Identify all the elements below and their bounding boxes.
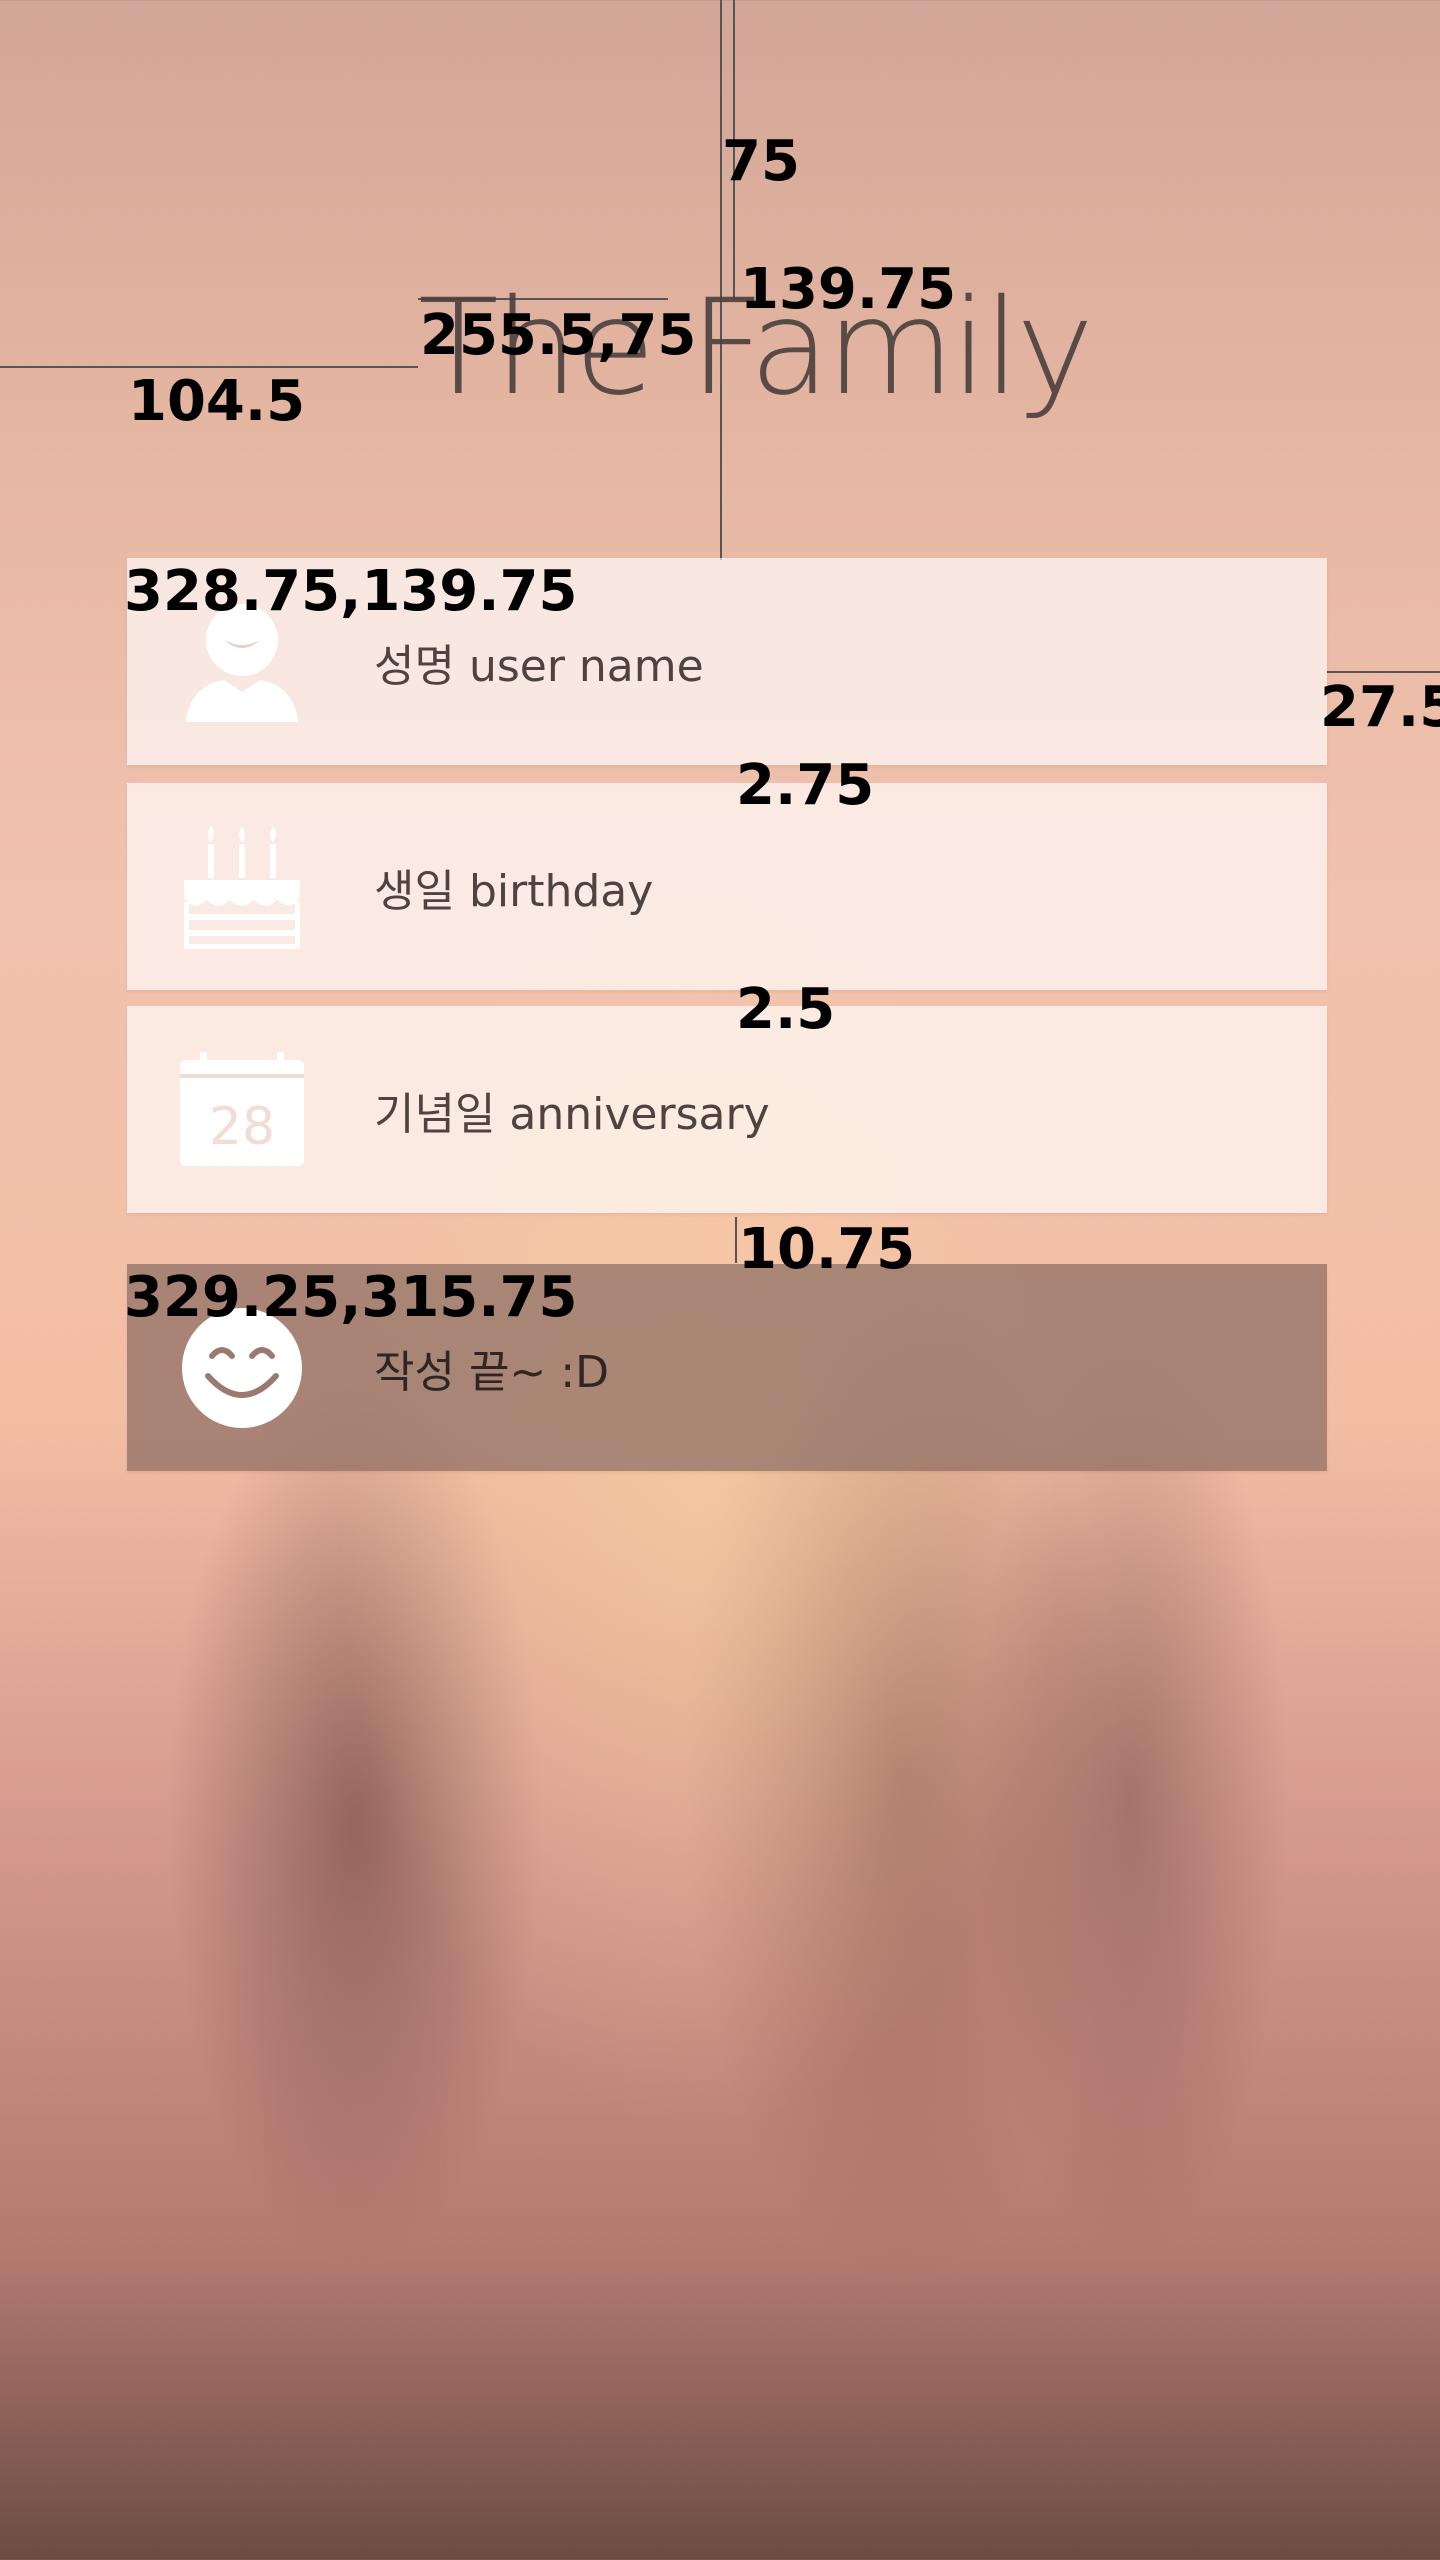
birthday-field[interactable]: 생일 birthday — [127, 783, 1327, 990]
annotation-title-pos: 255.5,75 — [420, 303, 697, 368]
anniversary-label: 기념일 anniversary — [374, 1088, 770, 1140]
measure-line-horizontal-left — [0, 366, 418, 368]
measure-line-gap-3 — [735, 1217, 737, 1263]
annotation-gap-3: 10.75 — [738, 1217, 916, 1282]
annotation-right-margin: 27.5 — [1320, 675, 1440, 740]
user-name-label: 성명 user name — [374, 640, 704, 692]
annotation-title-to-card: 139.75 — [740, 257, 957, 322]
cake-icon — [177, 822, 307, 952]
anniversary-field[interactable]: 28 기념일 anniversary — [127, 1006, 1327, 1213]
calendar-icon: 28 — [177, 1045, 307, 1175]
annotation-gap-1: 2.75 — [736, 753, 875, 818]
annotation-gap-2: 2.5 — [736, 977, 836, 1042]
birthday-label: 생일 birthday — [374, 865, 654, 917]
annotation-card4-pos: 329.25,315.75 — [124, 1265, 578, 1330]
done-label: 작성 끝~ :D — [374, 1346, 609, 1398]
calendar-day-text: 28 — [209, 1097, 275, 1157]
measure-line-right — [1327, 671, 1440, 673]
annotation-card1-pos: 328.75,139.75 — [124, 559, 578, 624]
annotation-top-gap: 75 — [722, 129, 800, 194]
annotation-left-margin: 104.5 — [128, 369, 306, 434]
